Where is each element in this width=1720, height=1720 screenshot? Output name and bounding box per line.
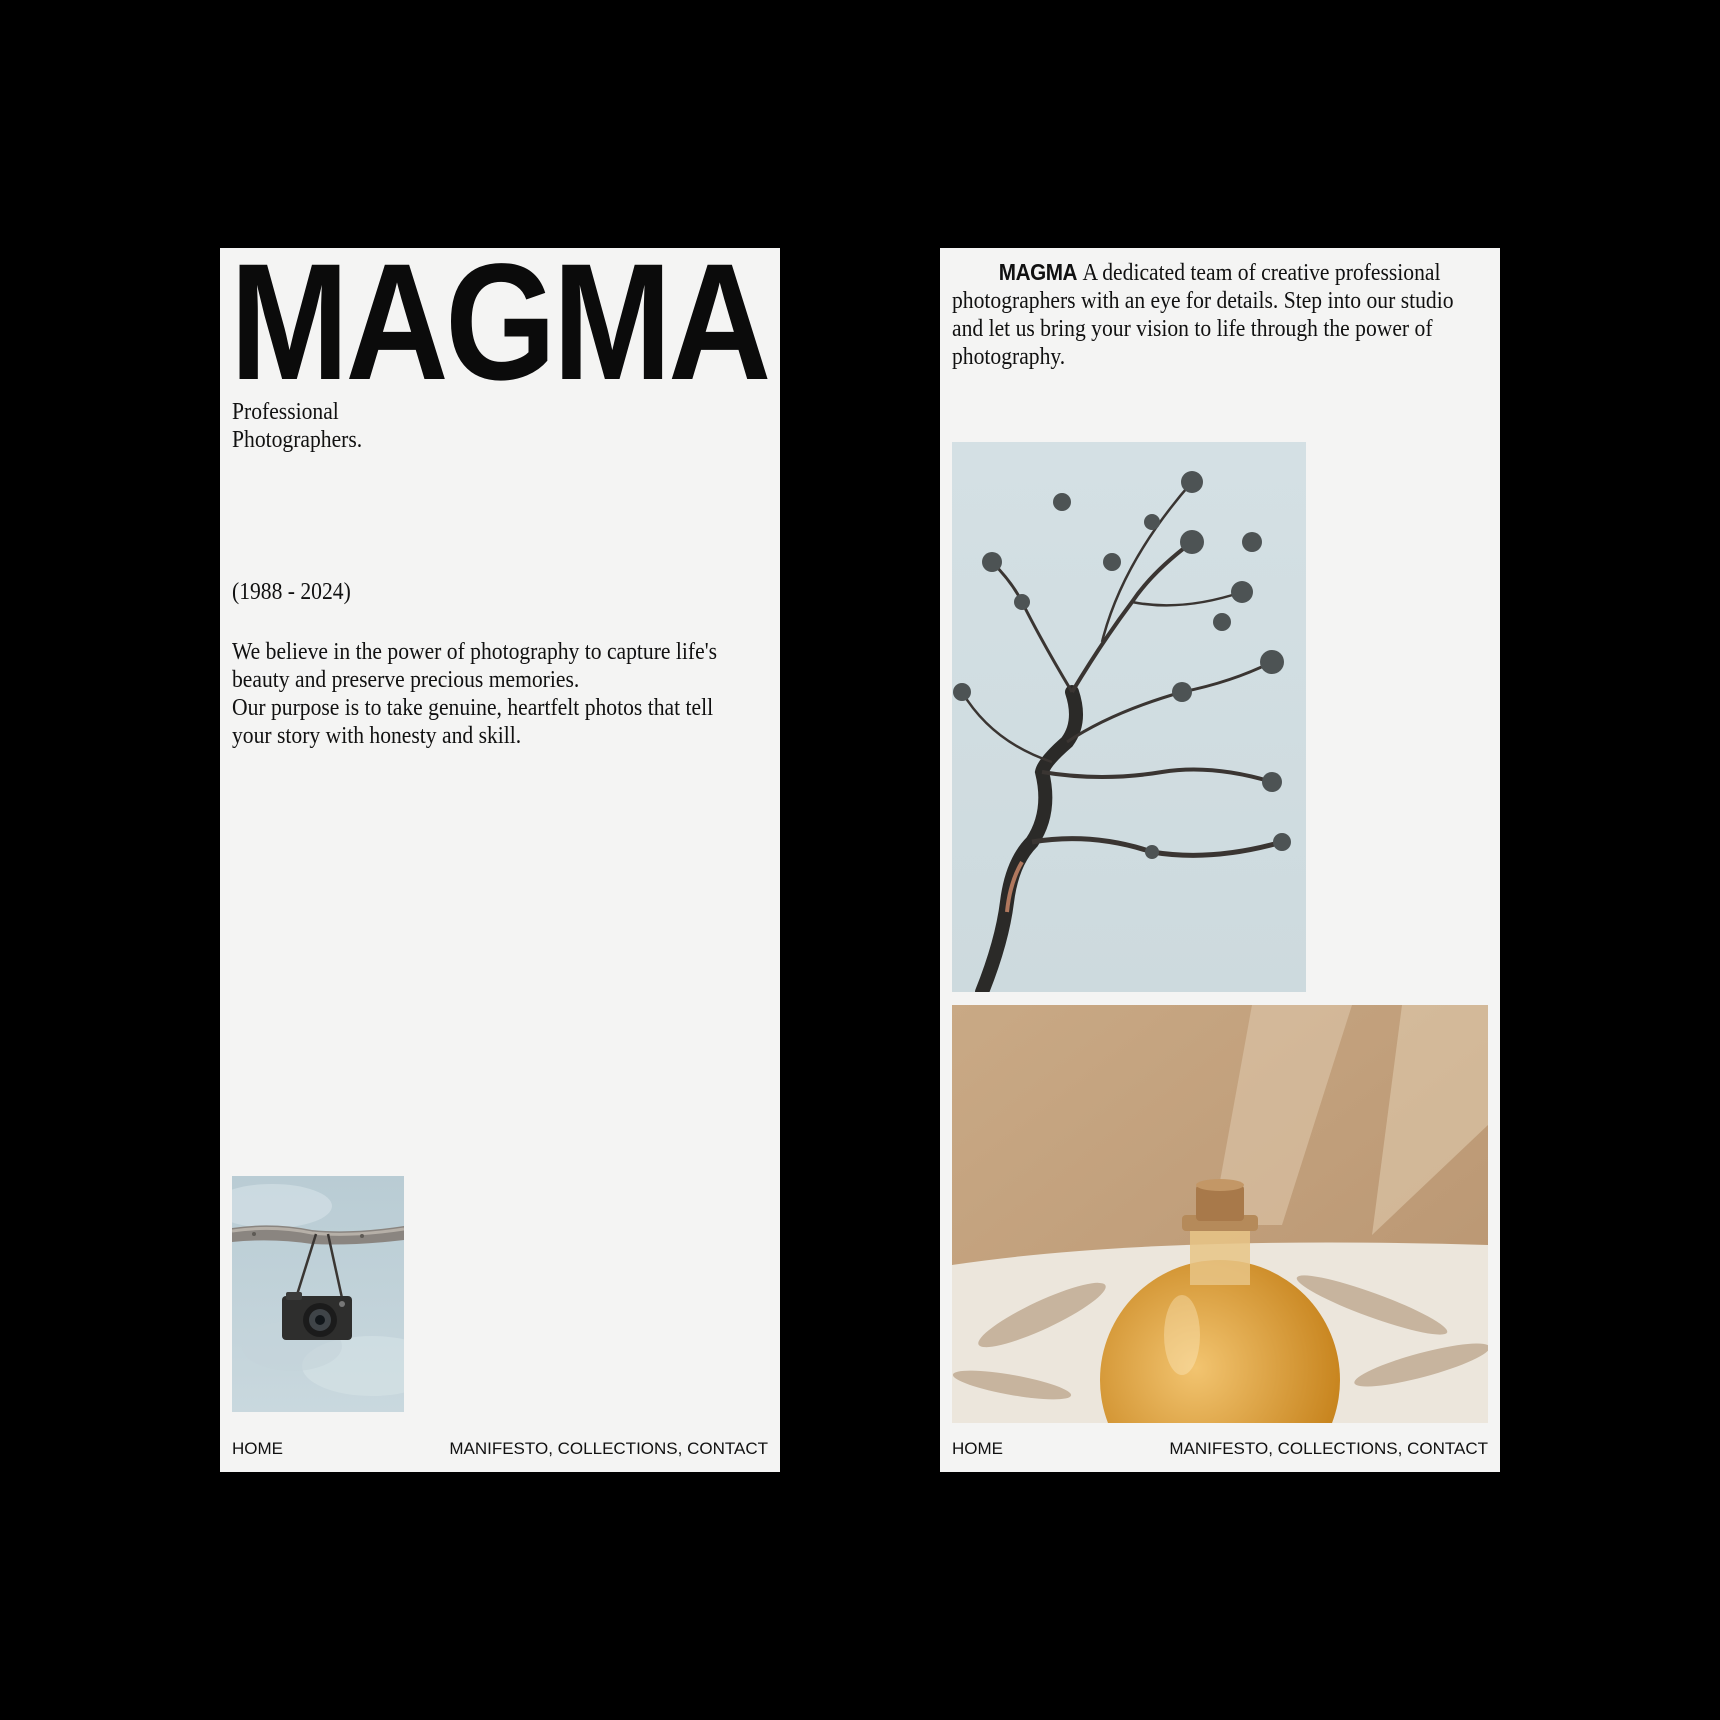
years-range: (1988 - 2024) — [232, 579, 351, 605]
home-screen: MAGMA Professional Photographers. (1988 … — [220, 248, 780, 1472]
nav-collections-link[interactable]: COLLECTIONS, — [558, 1439, 683, 1458]
nav-links: MANIFESTO, COLLECTIONS, CONTACT — [449, 1438, 768, 1460]
logo: MAGMA — [230, 248, 771, 415]
nav-home-link[interactable]: HOME — [232, 1438, 283, 1460]
bottom-nav: HOME MANIFESTO, COLLECTIONS, CONTACT — [952, 1438, 1488, 1460]
mission-paragraph-2: Our purpose is to take genuine, heartfel… — [232, 695, 714, 749]
intro-brand: MAGMA — [998, 259, 1078, 285]
tagline-line-2: Photographers. — [232, 427, 363, 453]
nav-manifesto-link[interactable]: MANIFESTO, — [1169, 1439, 1273, 1458]
intro-text: MAGMA A dedicated team of creative profes… — [952, 258, 1456, 371]
camera-hanging-from-branch-photo — [232, 1176, 404, 1412]
nav-manifesto-link[interactable]: MANIFESTO, — [449, 1439, 553, 1458]
tagline: Professional Photographers. — [232, 398, 412, 454]
mission-paragraph-1: We believe in the power of photography t… — [232, 639, 717, 693]
nav-contact-link[interactable]: CONTACT — [1407, 1439, 1488, 1458]
nav-contact-link[interactable]: CONTACT — [687, 1439, 768, 1458]
tagline-line-1: Professional — [232, 399, 339, 425]
nav-home-link[interactable]: HOME — [952, 1438, 1003, 1460]
bottom-nav: HOME MANIFESTO, COLLECTIONS, CONTACT — [232, 1438, 768, 1460]
amber-bottle-photo — [952, 1005, 1488, 1423]
nav-links: MANIFESTO, COLLECTIONS, CONTACT — [1169, 1438, 1488, 1460]
pine-branch-photo — [952, 442, 1306, 992]
about-screen: MAGMA A dedicated team of creative profes… — [940, 248, 1500, 1472]
nav-collections-link[interactable]: COLLECTIONS, — [1278, 1439, 1403, 1458]
mission-statement: We believe in the power of photography t… — [232, 638, 736, 750]
